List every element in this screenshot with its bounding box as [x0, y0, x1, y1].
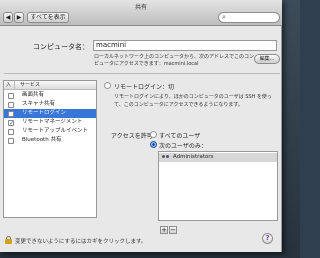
window-title: 共有 — [134, 4, 147, 11]
service-row-scanner-sharing[interactable]: スキャナ共有 — [4, 100, 96, 109]
service-row-bluetooth-sharing[interactable]: Bluetooth 共有 — [4, 136, 96, 145]
service-checkbox[interactable] — [8, 102, 14, 108]
service-label: スキャナ共有 — [22, 101, 56, 107]
service-row-remote-management[interactable]: ✓ リモートマネージメント — [4, 118, 96, 127]
group-icon — [162, 155, 169, 160]
remove-user-button[interactable]: − — [169, 226, 177, 234]
service-checkbox[interactable] — [8, 111, 14, 117]
radio-all-users[interactable] — [150, 131, 157, 138]
service-list-header: 入 サービス — [4, 81, 96, 90]
header-on[interactable]: 入 — [6, 81, 15, 89]
radio-all-users-label: すべてのユーザ — [159, 133, 201, 140]
remote-login-description: リモートログインにより、ほかのコンピュータのユーザは SSH を使って、このコン… — [114, 94, 272, 108]
service-checkbox[interactable] — [8, 93, 14, 99]
service-row-remote-login[interactable]: リモートログイン — [4, 109, 96, 118]
service-label: 画面共有 — [22, 92, 45, 98]
lock-icon[interactable] — [5, 236, 12, 244]
header-service[interactable]: サービス — [20, 81, 40, 89]
computer-name-field[interactable]: macmini — [93, 40, 277, 51]
computer-name-label: コンピュータ名： — [33, 43, 89, 51]
radio-only-these-users-label: 次のユーザのみ： — [159, 143, 207, 150]
back-button[interactable]: ◀ — [3, 12, 13, 23]
service-label: リモートマネージメント — [22, 119, 83, 125]
service-checkbox[interactable] — [8, 138, 14, 144]
edit-button[interactable]: 編集... — [254, 54, 280, 64]
magnifier-icon: ⌕ — [222, 13, 226, 21]
radio-only-these-users[interactable] — [150, 141, 157, 148]
help-button[interactable]: ? — [262, 233, 273, 244]
allowed-users-list[interactable]: Administrators — [158, 151, 278, 221]
divider — [4, 73, 280, 74]
title-bar: 共有 ◀ ▶ すべてを表示 ⌕ — [0, 0, 282, 26]
service-label: Bluetooth 共有 — [22, 137, 62, 143]
service-row-screen-sharing[interactable]: 画面共有 — [4, 91, 96, 100]
user-label: Administrators — [173, 154, 214, 160]
service-label: リモートアップルイベント — [22, 128, 89, 134]
search-input[interactable]: ⌕ — [218, 12, 280, 23]
computer-name-description: ローカルネットワーク上のコンピュータから、次のアドレスでこのコンピュータにアクセ… — [94, 54, 255, 67]
add-user-button[interactable]: + — [160, 226, 168, 234]
sharing-window: 共有 ◀ ▶ すべてを表示 ⌕ コンピュータ名： macmini ローカルネット… — [0, 0, 282, 252]
service-label: リモートログイン — [22, 110, 67, 116]
lock-text: 変更できないようにするにはカギをクリックします。 — [15, 239, 147, 245]
service-row-remote-apple-events[interactable]: リモートアップルイベント — [4, 127, 96, 136]
service-checkbox-checked[interactable]: ✓ — [8, 120, 14, 127]
forward-button[interactable]: ▶ — [14, 12, 24, 23]
status-indicator — [104, 82, 111, 89]
show-all-button[interactable]: すべてを表示 — [27, 12, 69, 23]
service-checkbox[interactable] — [8, 129, 14, 135]
service-list: 入 サービス 画面共有 スキャナ共有 リモートログイン ✓ リモートマネージメン… — [3, 80, 97, 218]
remote-login-status: リモートログイン：切 — [114, 84, 175, 91]
list-item[interactable]: Administrators — [159, 153, 277, 162]
